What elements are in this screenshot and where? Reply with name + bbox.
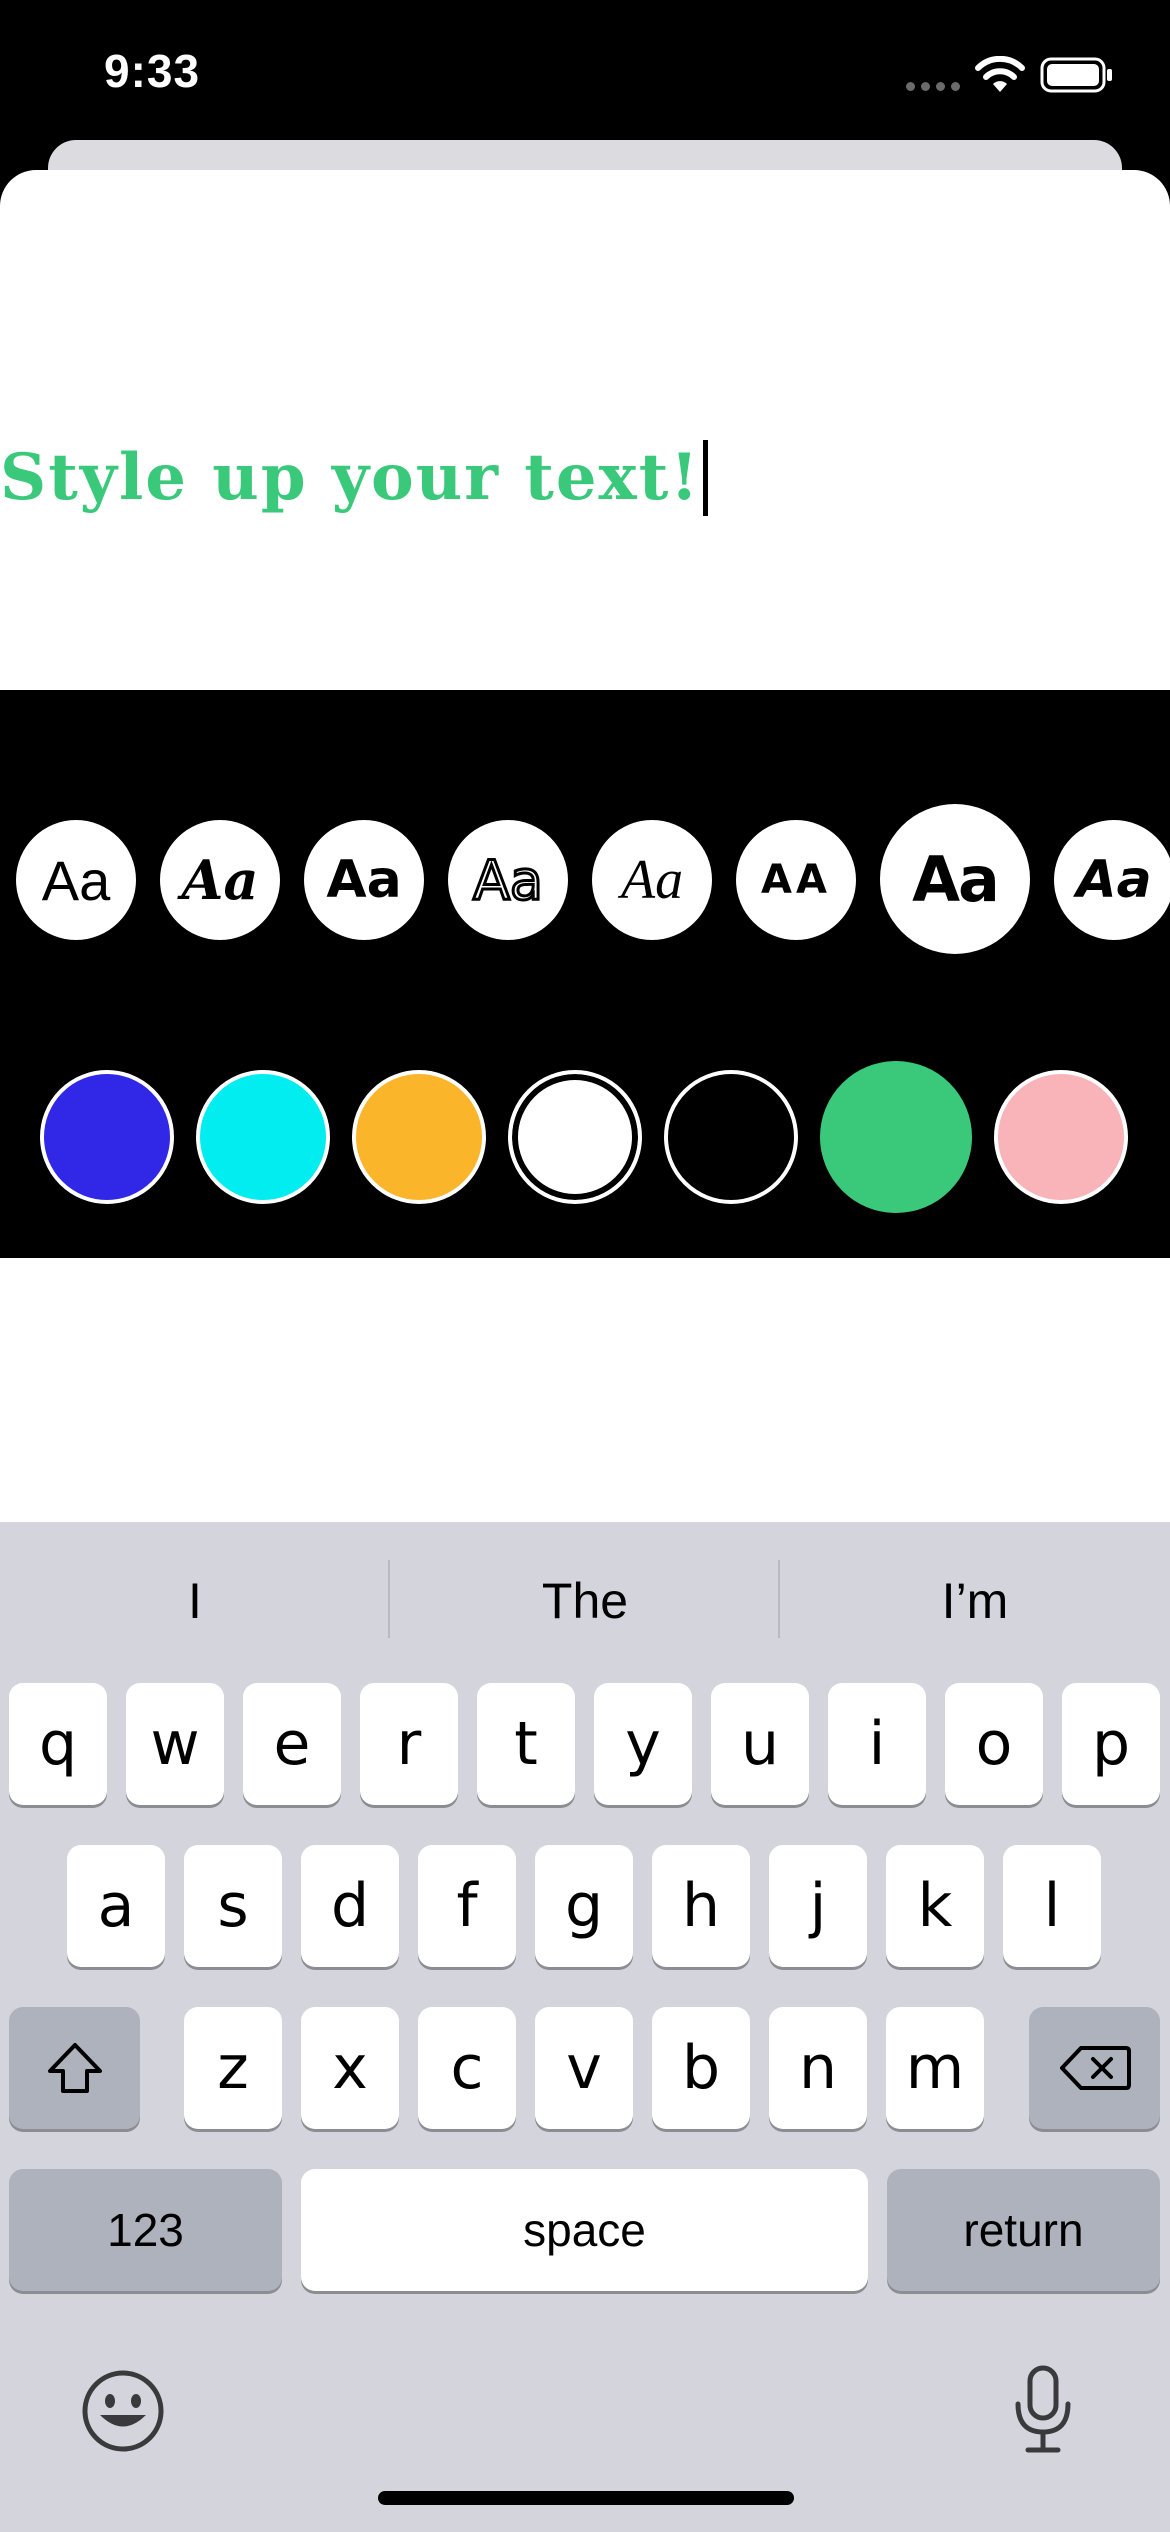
key-t[interactable]: t [477,1683,575,1805]
color-picker [0,1060,1170,1220]
wifi-icon [975,56,1025,92]
style-panel: Aa Aa Aa Aa Aa AA Aa Aa [0,690,1170,1258]
key-r[interactable]: r [360,1683,458,1805]
key-k[interactable]: k [886,1845,984,1967]
key-x[interactable]: x [301,2007,399,2129]
font-sample: AA [761,857,831,903]
font-sample: Aa [471,847,544,913]
key-n[interactable]: n [769,2007,867,2129]
font-option-condensed-bold[interactable]: Aa [1054,820,1170,940]
font-sample: Aa [620,849,684,911]
key-d[interactable]: d [301,1845,399,1967]
key-w[interactable]: w [126,1683,224,1805]
status-time: 9:33 [104,45,201,97]
shift-icon [47,2043,102,2093]
status-bar: 9:33 [0,0,1170,140]
return-key[interactable]: return [887,2169,1160,2291]
key-z[interactable]: z [184,2007,282,2129]
suggestion-2[interactable]: The [390,1522,780,1680]
font-sample: Aa [41,848,111,912]
battery-icon [1040,57,1112,93]
key-q[interactable]: q [9,1683,107,1805]
font-option-heavy-selected[interactable]: Aa [880,804,1030,954]
predictive-bar: I The I’m [0,1522,1170,1680]
color-swatch-green-selected[interactable] [820,1061,972,1213]
font-sample: Aa [912,842,1000,916]
home-indicator [378,2491,794,2505]
microphone-icon[interactable] [1010,2364,1076,2456]
backspace-icon [1059,2046,1131,2090]
key-o[interactable]: o [945,1683,1043,1805]
suggestion-1[interactable]: I [0,1522,390,1680]
font-option-serif-italic[interactable]: Aa [160,820,280,940]
key-s[interactable]: s [184,1845,282,1967]
color-swatch-black[interactable] [664,1070,798,1204]
font-sample: Aa [326,850,402,910]
color-swatch-white[interactable] [508,1070,642,1204]
emoji-icon[interactable] [80,2368,166,2454]
font-option-wide-caps[interactable]: AA [736,820,856,940]
font-option-rough[interactable]: Aa [448,820,568,940]
suggestion-3[interactable]: I’m [780,1522,1170,1680]
color-swatch-pink[interactable] [994,1070,1128,1204]
key-m[interactable]: m [886,2007,984,2129]
signal-icon [906,82,960,91]
space-key[interactable]: space [301,2169,868,2291]
key-p[interactable]: p [1062,1683,1160,1805]
key-l[interactable]: l [1003,1845,1101,1967]
key-i[interactable]: i [828,1683,926,1805]
key-c[interactable]: c [418,2007,516,2129]
text-cursor [703,440,708,516]
color-swatch-blue[interactable] [40,1070,174,1204]
font-picker: Aa Aa Aa Aa Aa AA Aa Aa [0,804,1170,970]
text-input[interactable]: Style up your text! [0,440,700,515]
key-g[interactable]: g [535,1845,633,1967]
key-f[interactable]: f [418,1845,516,1967]
font-sample: Aa [1076,850,1152,910]
color-swatch-orange[interactable] [352,1070,486,1204]
font-sample: Aa [181,848,259,912]
numbers-key[interactable]: 123 [9,2169,282,2291]
font-option-script[interactable]: Aa [592,820,712,940]
key-v[interactable]: v [535,2007,633,2129]
key-h[interactable]: h [652,1845,750,1967]
color-swatch-cyan[interactable] [196,1070,330,1204]
key-u[interactable]: u [711,1683,809,1805]
key-b[interactable]: b [652,2007,750,2129]
key-e[interactable]: e [243,1683,341,1805]
font-option-sans[interactable]: Aa [16,820,136,940]
key-y[interactable]: y [594,1683,692,1805]
delete-key[interactable] [1029,2007,1160,2129]
keyboard: I The I’m q w e r t y u i o p a s d f g … [0,1522,1170,2532]
font-option-rounded-bold[interactable]: Aa [304,820,424,940]
key-a[interactable]: a [67,1845,165,1967]
shift-key[interactable] [9,2007,140,2129]
key-j[interactable]: j [769,1845,867,1967]
